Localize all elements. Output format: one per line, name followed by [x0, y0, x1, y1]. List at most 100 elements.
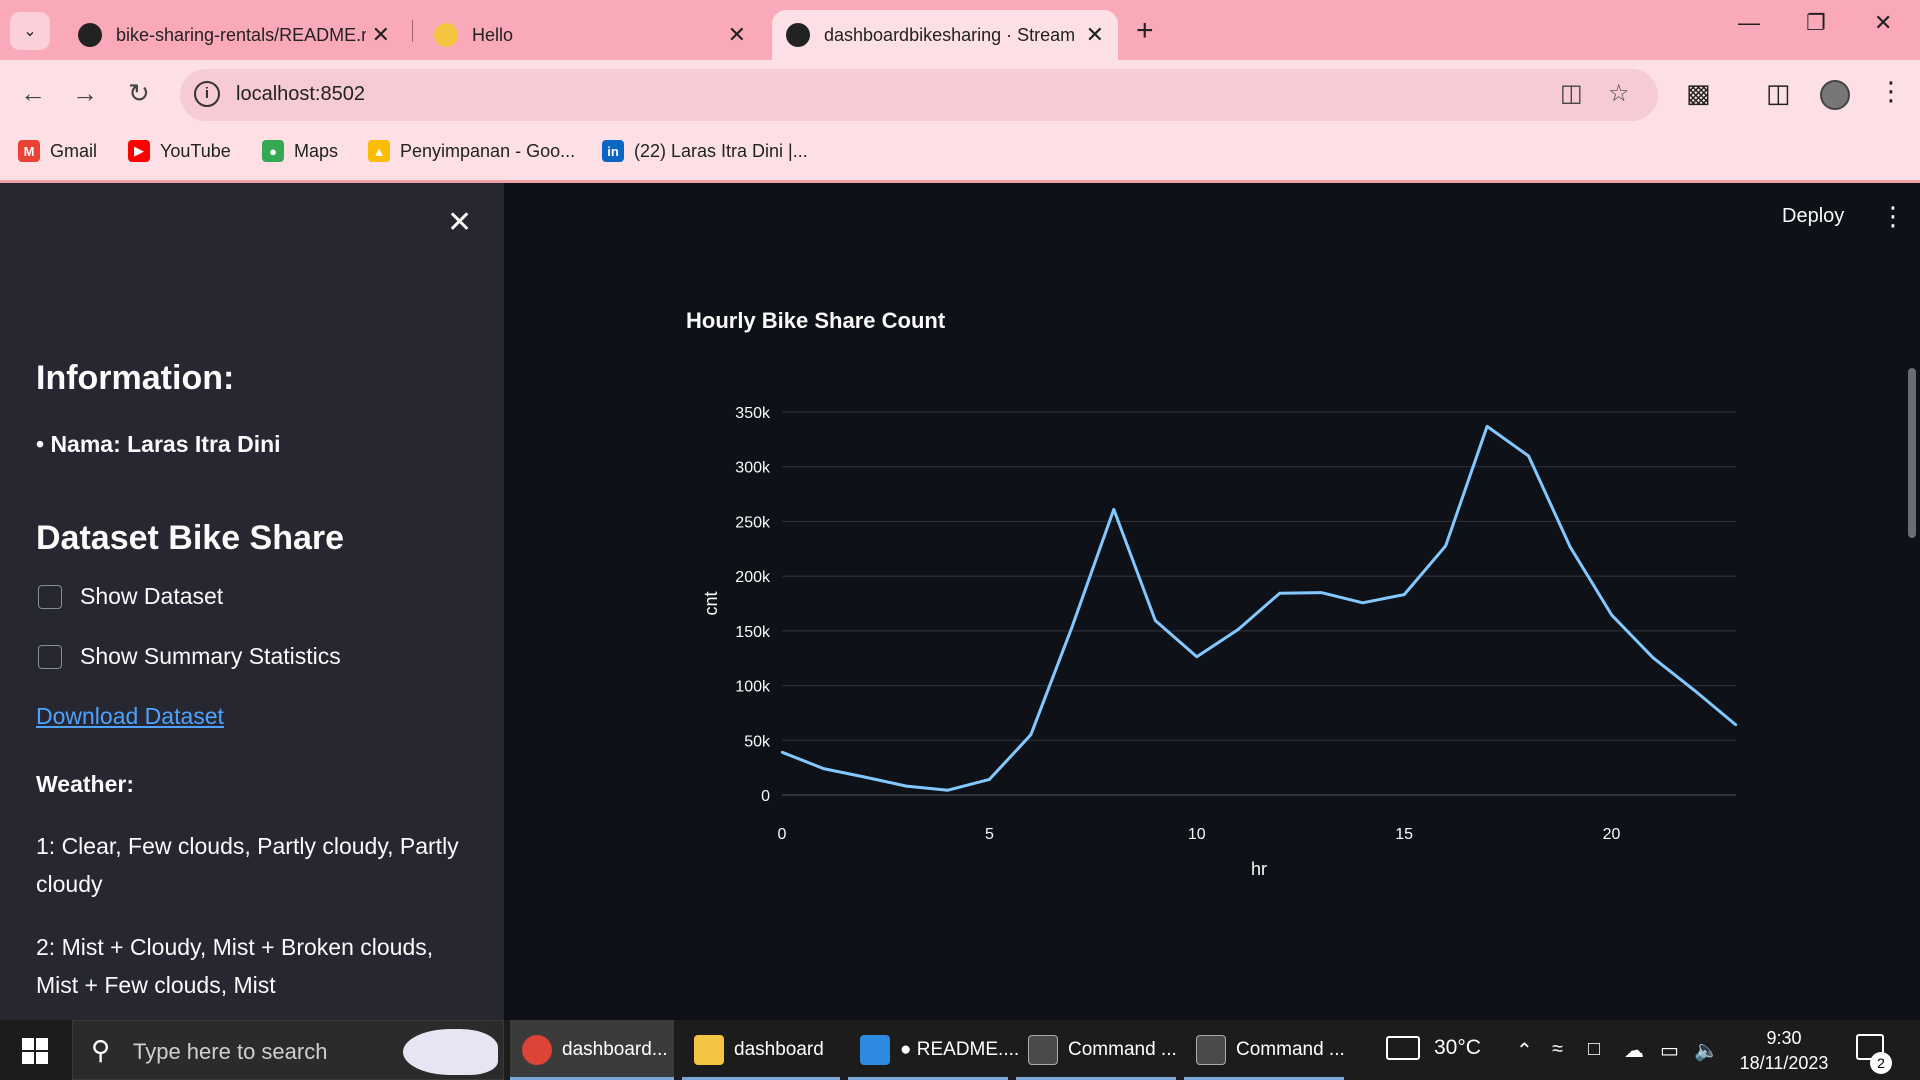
reload-icon[interactable]: ↻	[128, 78, 150, 109]
dataset-heading: Dataset Bike Share	[36, 519, 345, 557]
taskbar-app-file-explorer[interactable]: dashboard	[682, 1020, 840, 1080]
y-axis-label: cnt	[701, 591, 721, 615]
y-tick-label: 200k	[735, 569, 771, 586]
network-wifi-icon[interactable]: ≈	[1552, 1038, 1563, 1061]
translate-icon[interactable]: ◫	[1560, 79, 1583, 108]
data-point	[780, 750, 784, 754]
site-info-icon[interactable]: i	[194, 81, 220, 107]
tab-hello[interactable]: Hello ✕	[420, 10, 760, 60]
data-point	[905, 784, 908, 788]
y-tick-label: 250k	[735, 514, 771, 531]
taskbar-app-command-prompt-2[interactable]: Command ...	[1184, 1020, 1345, 1080]
bookmark-linkedin[interactable]: in (22) Laras Itra Dini |...	[602, 140, 808, 162]
show-hidden-icons-chevron-icon[interactable]: ⌃	[1516, 1038, 1533, 1063]
data-point	[1071, 625, 1074, 628]
side-panel-icon[interactable]: ◫	[1766, 78, 1791, 109]
command-prompt-icon	[1196, 1035, 1226, 1065]
x-axis-label: hr	[1251, 859, 1267, 879]
restore-icon[interactable]: ❐	[1806, 10, 1826, 36]
taskbar-clock[interactable]: 9:30 18/11/2023	[1736, 1026, 1832, 1076]
tab-github-readme[interactable]: bike-sharing-rentals/README.m ✕	[64, 10, 404, 60]
taskbar-weather[interactable]: 30°C	[1386, 1036, 1481, 1060]
onedrive-sync-icon[interactable]: ☁	[1624, 1038, 1644, 1063]
information-heading: Information:	[36, 359, 235, 397]
data-point	[1568, 545, 1572, 549]
y-tick-label: 50k	[744, 733, 771, 750]
windows-start-icon[interactable]	[22, 1038, 48, 1064]
volume-speaker-icon[interactable]: 🔈	[1694, 1038, 1719, 1063]
data-point	[1527, 454, 1530, 458]
close-tab-icon[interactable]: ✕	[372, 22, 390, 48]
x-tick-label: 15	[1395, 826, 1413, 843]
close-tab-icon[interactable]: ✕	[728, 22, 746, 48]
browser-tab-bar: ⌄ bike-sharing-rentals/README.m ✕ Hello …	[0, 0, 1920, 60]
taskbar-app-label: dashboard	[734, 1039, 824, 1060]
search-placeholder: Type here to search	[133, 1039, 328, 1064]
bookmark-label: YouTube	[160, 140, 231, 161]
checkbox-box[interactable]	[38, 644, 62, 669]
temperature: 30°C	[1434, 1036, 1481, 1059]
data-point	[1402, 593, 1406, 596]
bookmark-youtube[interactable]: ▶ YouTube	[128, 140, 231, 162]
download-dataset-link[interactable]: Download Dataset	[36, 703, 224, 730]
polar-bear-search-highlight-icon	[403, 1029, 498, 1075]
profile-avatar[interactable]	[1820, 80, 1850, 110]
address-bar[interactable]: i localhost:8502 ◫ ☆	[180, 69, 1658, 121]
hourly-bike-share-chart[interactable]: 0 50k 100k 150k 200k 250k 300k 350k 0 5 10 15 20 hr cn…	[504, 183, 1904, 943]
checkbox-label: Show Dataset	[80, 583, 224, 609]
taskbar-app-vscode[interactable]: ● README....	[848, 1020, 1019, 1080]
data-point	[1693, 689, 1696, 692]
show-dataset-checkbox[interactable]: Show Dataset	[38, 583, 223, 610]
data-point	[988, 778, 991, 781]
x-tick-label: 0	[778, 826, 787, 843]
data-point	[1485, 425, 1489, 428]
taskbar-app-chrome[interactable]: dashboard...	[510, 1020, 674, 1080]
y-tick-label: 150k	[735, 624, 771, 641]
close-tab-icon[interactable]: ✕	[1086, 22, 1104, 48]
data-point	[1734, 723, 1738, 727]
google-drive-icon: ▲	[368, 140, 390, 162]
forward-arrow-icon[interactable]: →	[72, 78, 98, 109]
close-window-icon[interactable]: ✕	[1874, 10, 1892, 36]
address-url[interactable]: localhost:8502	[236, 83, 365, 106]
bookmark-maps[interactable]: ● Maps	[262, 140, 338, 162]
bookmark-google-drive[interactable]: ▲ Penyimpanan - Goo...	[368, 140, 575, 162]
data-point	[1112, 508, 1116, 511]
data-point	[1610, 613, 1613, 617]
browser-toolbar: ← → ↻ i localhost:8502 ◫ ☆ ▩ ◫ ⋮	[0, 60, 1920, 130]
meet-now-icon[interactable]: □	[1588, 1038, 1600, 1061]
show-summary-statistics-checkbox[interactable]: Show Summary Statistics	[38, 643, 341, 670]
checkbox-label: Show Summary Statistics	[80, 643, 341, 669]
taskbar-search-box[interactable]: ⚲ Type here to search	[72, 1020, 504, 1080]
youtube-icon: ▶	[128, 140, 150, 162]
browser-menu-icon[interactable]: ⋮	[1878, 76, 1904, 107]
battery-icon[interactable]: ▭	[1660, 1038, 1679, 1063]
taskbar-app-command-prompt-1[interactable]: Command ...	[1016, 1020, 1177, 1080]
weather-news-icon	[1386, 1036, 1420, 1060]
windows-taskbar: ⚲ Type here to search dashboard... dashb…	[0, 1020, 1920, 1080]
data-point	[1237, 628, 1240, 631]
data-point	[946, 788, 950, 792]
x-tick-label: 5	[985, 826, 994, 843]
new-tab-plus-icon[interactable]: +	[1136, 14, 1154, 48]
data-point	[1651, 656, 1655, 659]
scrollbar-thumb[interactable]	[1908, 368, 1916, 538]
tab-search-dropdown[interactable]: ⌄	[10, 12, 50, 50]
checkbox-box[interactable]	[38, 584, 62, 609]
y-tick-label: 350k	[735, 405, 771, 422]
streamlit-icon	[786, 23, 810, 47]
bookmark-star-icon[interactable]: ☆	[1608, 79, 1630, 108]
back-arrow-icon[interactable]: ←	[20, 78, 46, 109]
bookmark-gmail[interactable]: M Gmail	[18, 140, 97, 162]
close-sidebar-icon[interactable]: ✕	[447, 205, 472, 240]
tab-dashboard-streamlit[interactable]: dashboardbikesharing · Streaml ✕	[772, 10, 1118, 60]
folder-icon	[694, 1035, 724, 1065]
extensions-puzzle-icon[interactable]: ▩	[1686, 78, 1711, 109]
series-line	[781, 424, 1737, 792]
x-tick-label: 20	[1603, 826, 1621, 843]
minimize-icon[interactable]: —	[1738, 10, 1760, 36]
clock-time: 9:30	[1766, 1028, 1802, 1048]
bookmark-label: Gmail	[50, 140, 98, 161]
weather-heading: Weather:	[36, 771, 134, 797]
data-point	[1195, 655, 1198, 659]
